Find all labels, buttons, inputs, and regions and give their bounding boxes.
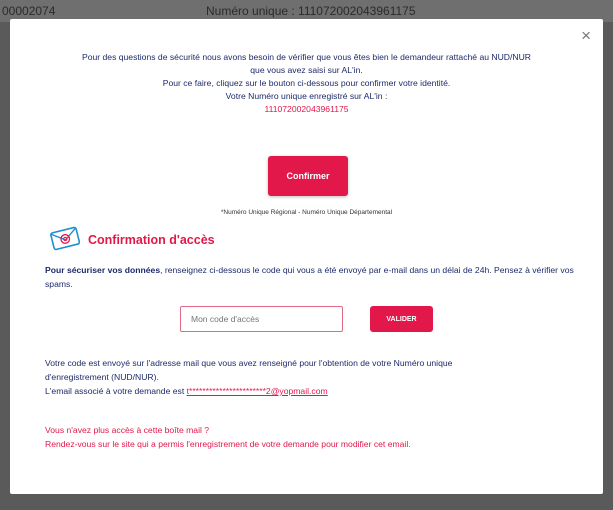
- no-access-line-1[interactable]: Vous n'avez plus accès à cette boîte mai…: [45, 423, 585, 437]
- unique-number: 111072002043961175: [264, 104, 349, 114]
- email-info-text: Votre code est envoyé sur l'adresse mail…: [45, 356, 575, 398]
- intro-line-3: Pour ce faire, cliquez sur le bouton ci-…: [162, 78, 451, 88]
- footnote: *Numéro Unique Régional - Numéro Unique …: [220, 209, 393, 216]
- confirm-button[interactable]: Confirmer: [268, 156, 348, 196]
- email-info-prefix: L'email associé à votre demande est: [45, 386, 187, 396]
- access-code-input[interactable]: [180, 306, 343, 332]
- intro-line-4: Votre Numéro unique enregistré sur AL'in…: [225, 91, 388, 101]
- instructions-text: Pour sécuriser vos données, renseignez c…: [45, 263, 575, 291]
- email-info-line-2: d'enregistrement (NUD/NUR).: [45, 372, 159, 382]
- associated-email-link[interactable]: t***********************2@yopmail.com: [187, 386, 328, 396]
- email-info-line-3: L'email associé à votre demande est t***…: [45, 384, 575, 398]
- identity-confirmation-modal: × Pour des questions de sécurité nous av…: [10, 19, 603, 494]
- background-unique-number: Numéro unique : 111072002043961175: [206, 4, 416, 18]
- no-access-text: Vous n'avez plus accès à cette boîte mai…: [45, 423, 585, 451]
- section-title: Confirmation d'accès: [88, 233, 215, 247]
- section-header: Confirmation d'accès: [48, 225, 215, 255]
- email-envelope-icon: [48, 224, 82, 257]
- intro-text: Pour des questions de sécurité nous avon…: [10, 51, 603, 116]
- validate-button[interactable]: VALIDER: [370, 306, 433, 332]
- intro-line-1: Pour des questions de sécurité nous avon…: [81, 52, 532, 62]
- no-access-line-2[interactable]: Rendez-vous sur le site qui a permis l'e…: [45, 437, 585, 451]
- background-reference: 00002074: [2, 4, 56, 18]
- close-icon[interactable]: ×: [581, 27, 591, 44]
- instructions-bold: Pour sécuriser vos données: [45, 265, 161, 275]
- email-info-line-1: Votre code est envoyé sur l'adresse mail…: [45, 358, 453, 368]
- intro-line-2: que vous avez saisi sur AL'in.: [250, 65, 363, 75]
